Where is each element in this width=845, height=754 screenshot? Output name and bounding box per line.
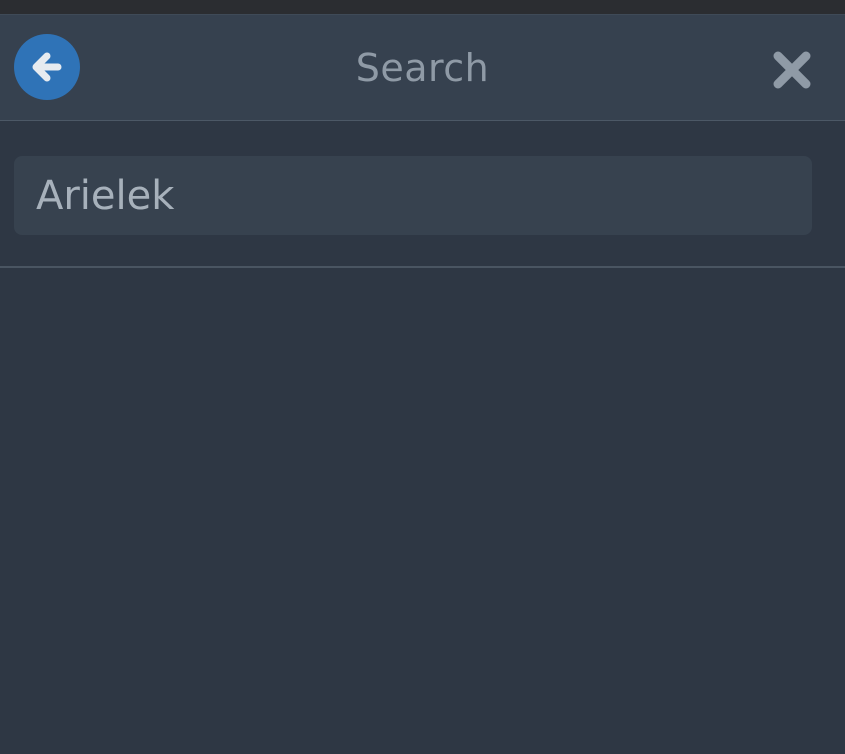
search-header: Search xyxy=(0,15,845,121)
close-button[interactable] xyxy=(768,46,816,94)
arrow-left-icon xyxy=(32,52,62,82)
close-icon xyxy=(773,51,811,89)
search-input[interactable] xyxy=(14,156,812,235)
page-title: Search xyxy=(355,46,490,90)
status-bar xyxy=(0,0,845,15)
search-bar-area xyxy=(0,122,845,268)
search-field-container xyxy=(14,156,812,235)
back-button[interactable] xyxy=(14,34,80,100)
search-results xyxy=(0,269,845,754)
